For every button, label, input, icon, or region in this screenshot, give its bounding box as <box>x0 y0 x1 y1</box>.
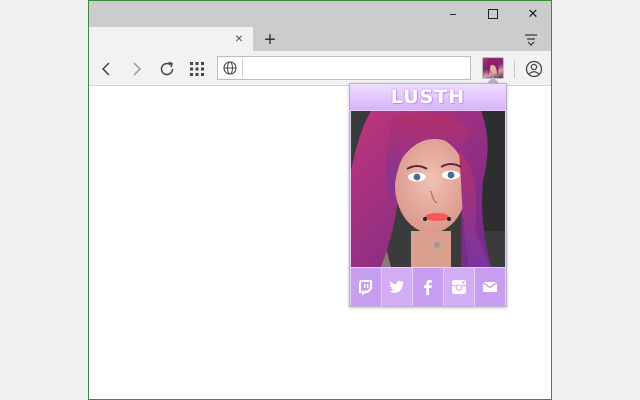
maximize-button[interactable] <box>473 1 513 27</box>
new-tab-button[interactable]: + <box>259 29 281 51</box>
extension-popup: LUSTH <box>349 83 507 307</box>
facebook-icon <box>424 280 432 295</box>
toolbar-divider <box>514 60 515 78</box>
forward-arrow-icon <box>133 62 142 76</box>
address-separator <box>242 59 243 77</box>
address-bar[interactable] <box>217 56 471 80</box>
globe-icon <box>223 61 237 75</box>
tab-close-button[interactable]: × <box>231 30 247 46</box>
profile-photo <box>351 111 505 267</box>
forward-button[interactable] <box>125 57 149 81</box>
apps-button[interactable] <box>185 57 209 81</box>
apps-grid-icon <box>190 62 204 76</box>
extension-avatar-icon <box>487 58 499 76</box>
email-button[interactable] <box>475 268 505 306</box>
tab-bar: × + <box>89 27 551 51</box>
reload-button[interactable] <box>155 57 179 81</box>
email-icon <box>482 281 498 292</box>
close-window-button[interactable]: ✕ <box>513 1 551 27</box>
back-button[interactable] <box>94 57 118 81</box>
minimize-icon: − <box>449 6 457 22</box>
instagram-icon <box>452 280 466 294</box>
browser-window: − ✕ × + LUSTH <box>88 0 552 400</box>
reload-icon <box>160 61 174 76</box>
maximize-icon <box>488 9 498 19</box>
address-input[interactable] <box>246 58 466 78</box>
twitch-button[interactable] <box>351 268 382 306</box>
twitter-icon <box>389 280 404 293</box>
close-icon: ✕ <box>527 6 539 21</box>
minimize-button[interactable]: − <box>433 1 473 27</box>
twitter-button[interactable] <box>382 268 413 306</box>
back-arrow-icon <box>101 62 110 76</box>
profile-button[interactable] <box>522 57 546 81</box>
tab-close-icon: × <box>234 30 244 46</box>
twitch-icon <box>359 280 372 295</box>
facebook-button[interactable] <box>413 268 444 306</box>
tab-active[interactable]: × <box>89 27 253 51</box>
user-icon <box>525 60 543 78</box>
instagram-button[interactable] <box>444 268 475 306</box>
plus-icon: + <box>264 29 276 51</box>
extension-button-lusth[interactable] <box>482 57 504 79</box>
popup-title: LUSTH <box>350 84 506 110</box>
portrait-image <box>351 111 505 267</box>
toolbar <box>89 51 551 86</box>
title-bar: − ✕ <box>89 1 551 27</box>
tab-menu-icon[interactable] <box>523 31 539 47</box>
social-bar <box>351 268 505 306</box>
